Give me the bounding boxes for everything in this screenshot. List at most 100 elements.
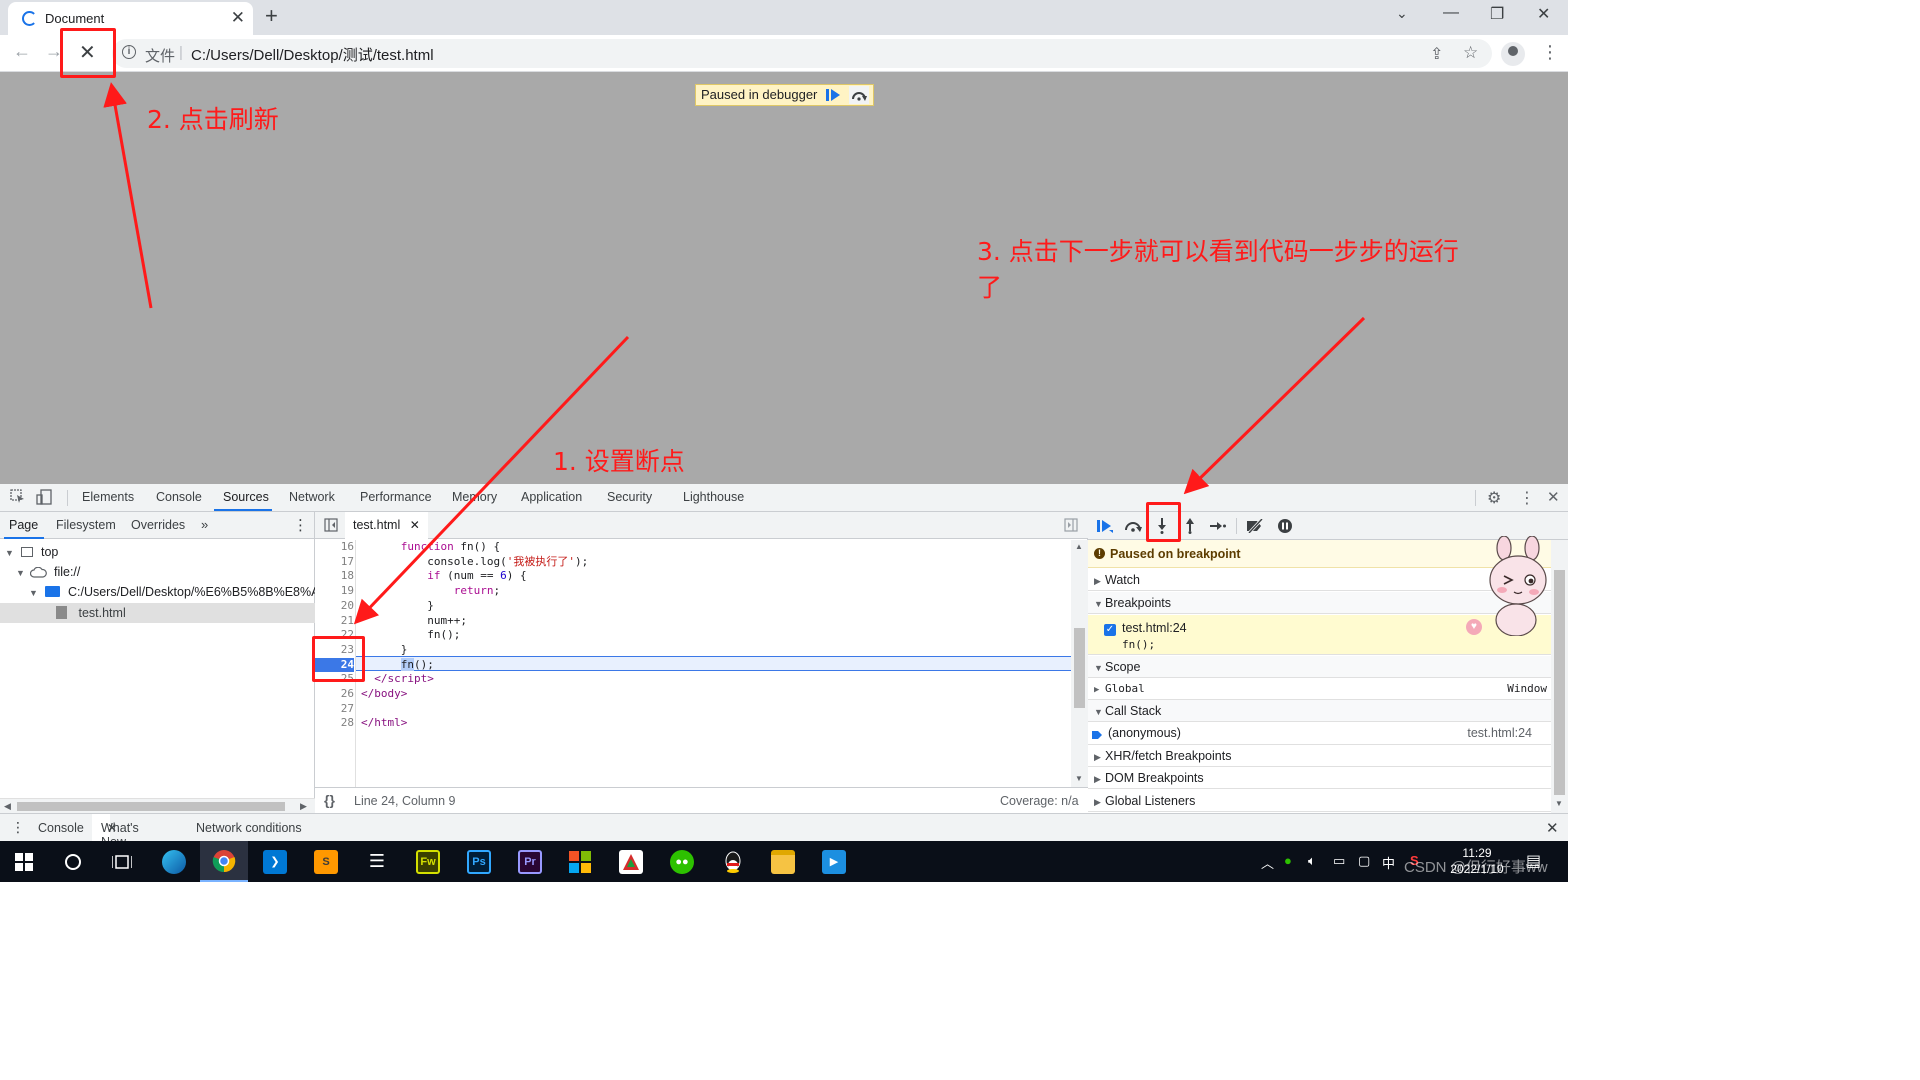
close-devtools-icon[interactable]: ✕ — [1547, 488, 1560, 506]
drawer-tab-console[interactable]: Console — [38, 821, 84, 835]
search-button[interactable] — [49, 841, 97, 882]
wechat-app-icon[interactable]: ●● — [658, 841, 706, 882]
tray-wechat-icon[interactable]: ● — [1284, 853, 1292, 868]
window-close-icon[interactable]: ✕ — [1537, 4, 1550, 24]
scroll-right-icon[interactable]: ▶ — [300, 801, 307, 812]
section-call-stack[interactable]: ▼ Call Stack — [1088, 700, 1551, 722]
navigator-horizontal-scrollbar[interactable]: ◀ ▶ — [0, 798, 315, 813]
device-toolbar-icon[interactable] — [36, 489, 52, 508]
call-frame[interactable]: (anonymous) test.html:24 — [1088, 722, 1551, 745]
drawer-menu-icon[interactable]: ⋮ — [11, 819, 25, 836]
tab-console[interactable]: Console — [156, 490, 202, 504]
browser-tab[interactable]: Document ✕ — [8, 2, 253, 35]
close-drawer-tab-icon[interactable]: ✕ — [107, 821, 117, 835]
deactivate-breakpoints-icon[interactable] — [1244, 516, 1266, 536]
section-breakpoints[interactable]: ▼ Breakpoints — [1088, 592, 1551, 614]
profile-avatar-icon[interactable] — [1501, 42, 1525, 66]
scroll-thumb[interactable] — [17, 802, 285, 811]
store-app-icon[interactable] — [556, 841, 604, 882]
sublime-app-icon[interactable]: S — [302, 841, 350, 882]
network-icon[interactable]: ▢ — [1358, 853, 1370, 869]
close-drawer-icon[interactable]: ✕ — [1546, 819, 1559, 837]
volume-icon[interactable]: 🔈︎ — [1308, 853, 1316, 869]
scroll-down-icon[interactable]: ▼ — [1555, 799, 1563, 808]
tab-security[interactable]: Security — [607, 490, 652, 504]
inspect-element-icon[interactable] — [10, 489, 25, 507]
editor-vertical-scrollbar[interactable]: ▲ ▼ — [1071, 540, 1088, 787]
nav-tab-page[interactable]: Page — [9, 518, 38, 532]
section-scope[interactable]: ▼ Scope — [1088, 656, 1551, 678]
scroll-thumb[interactable] — [1554, 570, 1565, 795]
battery-icon[interactable]: ▭ — [1333, 853, 1345, 869]
scroll-up-icon[interactable]: ▲ — [1075, 542, 1083, 551]
photoshop-app-icon[interactable]: Ps — [455, 841, 503, 882]
tab-network[interactable]: Network — [289, 490, 335, 504]
step-over-button-icon[interactable] — [1122, 516, 1144, 536]
premiere-app-icon[interactable]: Pr — [506, 841, 554, 882]
scroll-left-icon[interactable]: ◀ — [4, 801, 11, 812]
bookmark-star-icon[interactable]: ☆ — [1463, 43, 1478, 63]
start-button[interactable] — [0, 841, 48, 882]
scroll-thumb[interactable] — [1074, 628, 1085, 708]
video-app-icon[interactable]: ▶ — [810, 841, 858, 882]
resume-icon[interactable] — [823, 86, 843, 104]
file-explorer-app-icon[interactable] — [759, 841, 807, 882]
tab-elements[interactable]: Elements — [82, 490, 134, 504]
drawer-tab-network-conditions[interactable]: Network conditions — [196, 821, 302, 835]
scope-global[interactable]: ▶ Global Window — [1088, 678, 1551, 700]
nav-tab-filesystem[interactable]: Filesystem — [56, 518, 116, 532]
navigator-menu-icon[interactable]: ⋮ — [293, 516, 308, 534]
section-global-listeners[interactable]: ▶ Global Listeners — [1088, 790, 1551, 812]
new-tab-icon[interactable]: + — [265, 3, 278, 29]
share-icon[interactable]: ⇪ — [1430, 44, 1443, 64]
devtools-menu-icon[interactable]: ⋮ — [1519, 488, 1535, 508]
code-area[interactable]: function fn() { console.log('我被执行了'); if… — [315, 540, 1071, 787]
tree-item-origin[interactable]: ▼ file:// — [0, 562, 315, 582]
tray-chevron-icon[interactable]: ︿ — [1261, 853, 1274, 872]
tab-search-icon[interactable]: ⌄ — [1396, 5, 1408, 22]
drawer-tab-whats-new[interactable]: What's New✕ — [92, 814, 139, 849]
url-text[interactable]: C:/Users/Dell/Desktop/测试/test.html — [191, 44, 434, 65]
settings-gear-icon[interactable]: ⚙ — [1487, 488, 1501, 508]
nav-tab-overrides[interactable]: Overrides — [131, 518, 185, 532]
tab-sources[interactable]: Sources — [223, 490, 269, 504]
close-file-icon[interactable]: ✕ — [410, 518, 420, 532]
tab-performance[interactable]: Performance — [360, 490, 432, 504]
close-tab-icon[interactable]: ✕ — [231, 8, 245, 28]
minimize-icon[interactable]: — — [1443, 4, 1459, 22]
browser-menu-icon[interactable]: ⋮ — [1541, 42, 1559, 63]
tab-memory[interactable]: Memory — [452, 490, 497, 504]
tree-item-file[interactable]: test.html — [0, 603, 315, 623]
frame-location[interactable]: test.html:24 — [1467, 722, 1532, 744]
toggle-navigator-icon[interactable] — [324, 518, 338, 535]
resume-button-icon[interactable] — [1094, 516, 1116, 536]
address-bar[interactable]: i 文件 | C:/Users/Dell/Desktop/测试/test.htm… — [112, 39, 1492, 68]
section-xhr-breakpoints[interactable]: ▶ XHR/fetch Breakpoints — [1088, 745, 1551, 767]
tree-item-top[interactable]: ▼ top — [0, 542, 315, 562]
step-button-icon[interactable] — [1207, 516, 1229, 536]
back-icon[interactable]: ← — [13, 41, 31, 62]
pause-on-exceptions-icon[interactable] — [1274, 516, 1296, 536]
ime-indicator[interactable]: 中 — [1382, 853, 1395, 872]
breakpoint-item[interactable]: ✓ test.html:24 fn(); — [1088, 615, 1551, 655]
debugger-vertical-scrollbar[interactable]: ▼ — [1551, 540, 1568, 813]
chrome-app-icon[interactable] — [200, 841, 248, 882]
edge-app-icon[interactable] — [150, 841, 198, 882]
tree-item-folder[interactable]: ▼ C:/Users/Dell/Desktop/%E6%B5%8B%E8%AF% — [0, 582, 315, 602]
toggle-debugger-icon[interactable] — [1064, 518, 1078, 535]
pretty-print-icon[interactable]: {} — [324, 792, 335, 808]
vscode-app-icon[interactable]: ❯ — [251, 841, 299, 882]
site-info-icon[interactable]: i — [122, 45, 136, 59]
step-over-icon[interactable] — [849, 86, 870, 104]
app-list-icon[interactable]: ☰ — [353, 841, 401, 882]
section-dom-breakpoints[interactable]: ▶ DOM Breakpoints — [1088, 767, 1551, 789]
breakpoint-checkbox[interactable]: ✓ — [1104, 624, 1116, 636]
section-watch[interactable]: ▶ Watch — [1088, 569, 1551, 591]
more-tabs-icon[interactable]: » — [201, 517, 208, 532]
qq-app-icon[interactable] — [709, 841, 757, 882]
fireworks-app-icon[interactable]: Fw — [404, 841, 452, 882]
tab-application[interactable]: Application — [521, 490, 582, 504]
media-app-icon[interactable] — [607, 841, 655, 882]
tab-lighthouse[interactable]: Lighthouse — [683, 490, 744, 504]
step-out-button-icon[interactable] — [1179, 516, 1201, 536]
